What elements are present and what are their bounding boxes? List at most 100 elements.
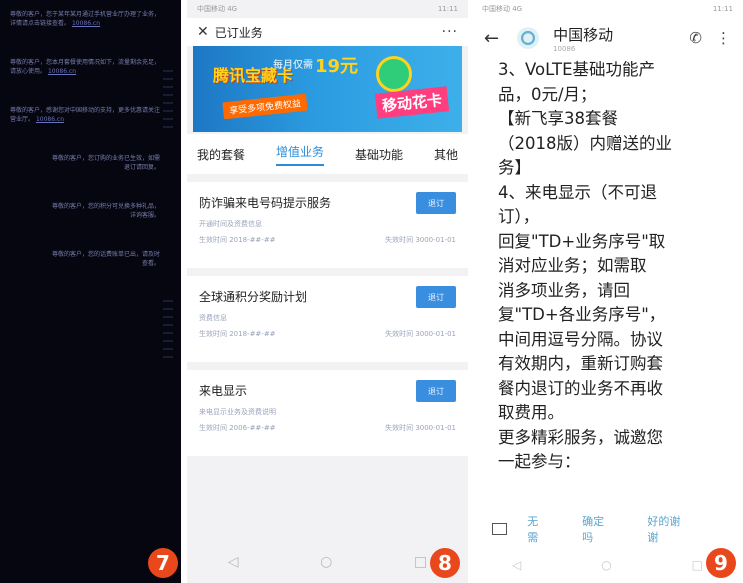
recents-nav-icon[interactable]: □ (414, 554, 427, 570)
service-subtitle: 来电显示业务及资费说明 (199, 408, 276, 416)
conversation-header: ← 中国移动 10086 ✆ ⋮ (472, 18, 743, 58)
sms-message[interactable]: 尊敬的客户，您的积分可兑换多种礼品，详询客服。 (10, 202, 160, 220)
message-line: 消对应业务；如需取 (498, 256, 647, 275)
unsubscribe-button[interactable]: 退订 (416, 286, 456, 308)
step-badge: 8 (430, 548, 460, 578)
message-line: 中间用逗号分隔。协议 (498, 329, 663, 349)
recents-nav-icon[interactable]: □ (692, 558, 703, 572)
sms-conversation-panel: 中国移动 4G 11:11 ← 中国移动 10086 ✆ ⋮ 3、VoLTE基础… (472, 0, 743, 583)
sms-message[interactable]: 尊敬的客户，您本月套餐使用情况如下，流量剩余充足，请放心使用。 10086.cn (10, 58, 160, 76)
service-item: 防诈骗来电号码提示服务 开通时间及资费信息 生效时间 2018-##-## 失效… (187, 182, 468, 268)
banner-price: 19元 (315, 56, 359, 77)
tab-my-plan[interactable]: 我的套餐 (197, 146, 245, 163)
quick-reply-bar: 无需 确定吗 好的谢谢 (472, 514, 743, 544)
service-start: 生效时间 2018-##-## (199, 330, 276, 338)
quick-reply[interactable]: 确定吗 (582, 513, 613, 545)
message-line: 订）， (498, 207, 540, 226)
message-line: 【新飞享38套餐 (498, 109, 618, 128)
contact-info: 中国移动 10086 (553, 24, 613, 53)
message-line: 3、VoLTE基础功能产 (498, 60, 656, 79)
banner-logo-icon (376, 56, 412, 92)
message-line: （2018版）内赠送的业 (498, 133, 672, 153)
back-nav-icon[interactable]: ◁ (512, 558, 521, 572)
message-line: 务】 (498, 158, 531, 177)
message-line: 复"TD+各业务序号"， (498, 305, 666, 324)
carrier-status: 中国移动 4G (197, 5, 238, 13)
sms-text: 尊敬的客户，您订购的业务已生效，如需退订请回复。 (51, 155, 160, 171)
contact-name: 中国移动 (553, 25, 614, 44)
message-body: 3、VoLTE基础功能产 品，0元/月； 【新飞享38套餐 （2018版）内赠送… (498, 58, 718, 475)
home-nav-icon[interactable]: ○ (320, 554, 332, 570)
contact-number: 10086 (553, 44, 576, 53)
sms-text: 尊敬的客户，您本月套餐使用情况如下，流量剩余充足，请放心使用。 (10, 59, 161, 75)
step-badge: 7 (148, 548, 178, 578)
service-item: 来电显示 来电显示业务及资费说明 生效时间 2006-##-## 失效时间 30… (187, 370, 468, 456)
avatar[interactable] (517, 27, 540, 49)
quick-reply[interactable]: 好的谢谢 (647, 513, 689, 545)
keyboard-icon[interactable] (492, 523, 508, 535)
message-line: 更多精彩服务，诚邀您 (498, 427, 663, 447)
message-line: 消多项业务，请回 (498, 280, 630, 300)
status-bar: 中国移动 4G 11:11 (472, 0, 743, 18)
tab-other[interactable]: 其他 (434, 146, 458, 163)
dark-sms-list-panel: 尊敬的客户，您于某年某月通过手机营业厅办理了业务，详情请点击链接查看。 1008… (0, 0, 183, 583)
sms-text: 尊敬的客户，您的积分可兑换多种礼品，详询客服。 (51, 203, 160, 219)
service-end: 失效时间 3000-01-01 (385, 424, 456, 432)
title-bar: ✕ 已订业务 ··· (187, 18, 468, 46)
message-line: 品，0元/月； (498, 84, 597, 104)
service-dates: 生效时间 2018-##-## 失效时间 3000-01-01 (199, 235, 456, 245)
service-dates: 生效时间 2018-##-## 失效时间 3000-01-01 (199, 329, 456, 339)
subscribed-services-panel: 中国移动 4G 11:11 ✕ 已订业务 ··· 腾讯宝藏卡 每月仅需 19元 … (187, 0, 468, 583)
service-end: 失效时间 3000-01-01 (385, 330, 456, 338)
sms-message[interactable]: 尊敬的客户，您的话费账单已出，请及时查看。 (10, 250, 160, 268)
back-nav-icon[interactable]: ◁ (228, 554, 239, 570)
service-end: 失效时间 3000-01-01 (385, 236, 456, 244)
carrier-status: 中国移动 4G (482, 5, 523, 13)
message-line: 回复"TD+业务序号"取 (498, 231, 666, 251)
banner-price-prefix: 每月仅需 (273, 60, 313, 71)
system-nav-bar: ◁ ○ □ (187, 541, 468, 583)
sms-message[interactable]: 尊敬的客户，感谢您对中国移动的支持，更多优惠请关注营业厅。 10086.cn (10, 106, 160, 124)
page-title: 已订业务 (214, 25, 263, 40)
clock: 11:11 (437, 5, 458, 13)
service-dates: 生效时间 2006-##-## 失效时间 3000-01-01 (199, 423, 456, 433)
tab-value-added[interactable]: 增值业务 (275, 143, 324, 166)
sms-link[interactable]: 10086.cn (36, 116, 64, 123)
sms-list: 尊敬的客户，您于某年某月通过手机营业厅办理了业务，详情请点击链接查看。 1008… (10, 10, 160, 298)
sms-text: 尊敬的客户，您的话费账单已出，请及时查看。 (51, 251, 160, 267)
service-subtitle: 资费信息 (199, 314, 227, 322)
back-arrow-icon[interactable]: ← (484, 28, 499, 49)
service-start: 生效时间 2006-##-## (199, 424, 276, 432)
unsubscribe-button[interactable]: 退订 (416, 192, 456, 214)
sms-link[interactable]: 10086.cn (48, 68, 76, 75)
more-options-icon[interactable]: ··· (442, 24, 458, 40)
banner-promo: 享受多项免费权益 (222, 93, 308, 120)
promo-banner[interactable]: 腾讯宝藏卡 每月仅需 19元 享受多项免费权益 移动花卡 (193, 46, 462, 132)
message-line: 取费用。 (498, 403, 564, 422)
scroll-indicator (163, 70, 173, 130)
more-options-icon[interactable]: ⋮ (716, 29, 731, 47)
close-icon[interactable]: ✕ (197, 24, 209, 40)
sms-message[interactable]: 尊敬的客户，您订购的业务已生效，如需退订请回复。 (10, 154, 160, 172)
sms-link[interactable]: 10086.cn (72, 20, 100, 27)
system-nav-bar: ◁ ○ □ (472, 547, 743, 583)
banner-logo-text: 移动花卡 (374, 86, 450, 119)
sms-message[interactable]: 尊敬的客户，您于某年某月通过手机营业厅办理了业务，详情请点击链接查看。 1008… (10, 10, 160, 28)
screenshot-collage: 尊敬的客户，您于某年某月通过手机营业厅办理了业务，详情请点击链接查看。 1008… (0, 0, 743, 583)
tab-bar: 我的套餐 增值业务 基础功能 其他 (187, 134, 468, 174)
clock: 11:11 (712, 5, 733, 13)
sms-text: 尊敬的客户，感谢您对中国移动的支持，更多优惠请关注营业厅。 (10, 107, 161, 123)
step-badge: 9 (706, 548, 736, 578)
status-bar: 中国移动 4G 11:11 (187, 0, 468, 18)
service-subtitle: 开通时间及资费信息 (199, 220, 262, 228)
service-item: 全球通积分奖励计划 资费信息 生效时间 2018-##-## 失效时间 3000… (187, 276, 468, 362)
tab-basic-functions[interactable]: 基础功能 (355, 146, 403, 163)
scroll-indicator (163, 300, 173, 360)
message-line: 一起参与： (498, 452, 581, 471)
message-line: 4、来电显示（不可退 (498, 182, 657, 202)
quick-reply[interactable]: 无需 (527, 513, 548, 545)
message-line: 餐内退订的业务不再收 (498, 378, 663, 398)
home-nav-icon[interactable]: ○ (601, 558, 611, 572)
unsubscribe-button[interactable]: 退订 (416, 380, 456, 402)
phone-icon[interactable]: ✆ (689, 29, 702, 47)
